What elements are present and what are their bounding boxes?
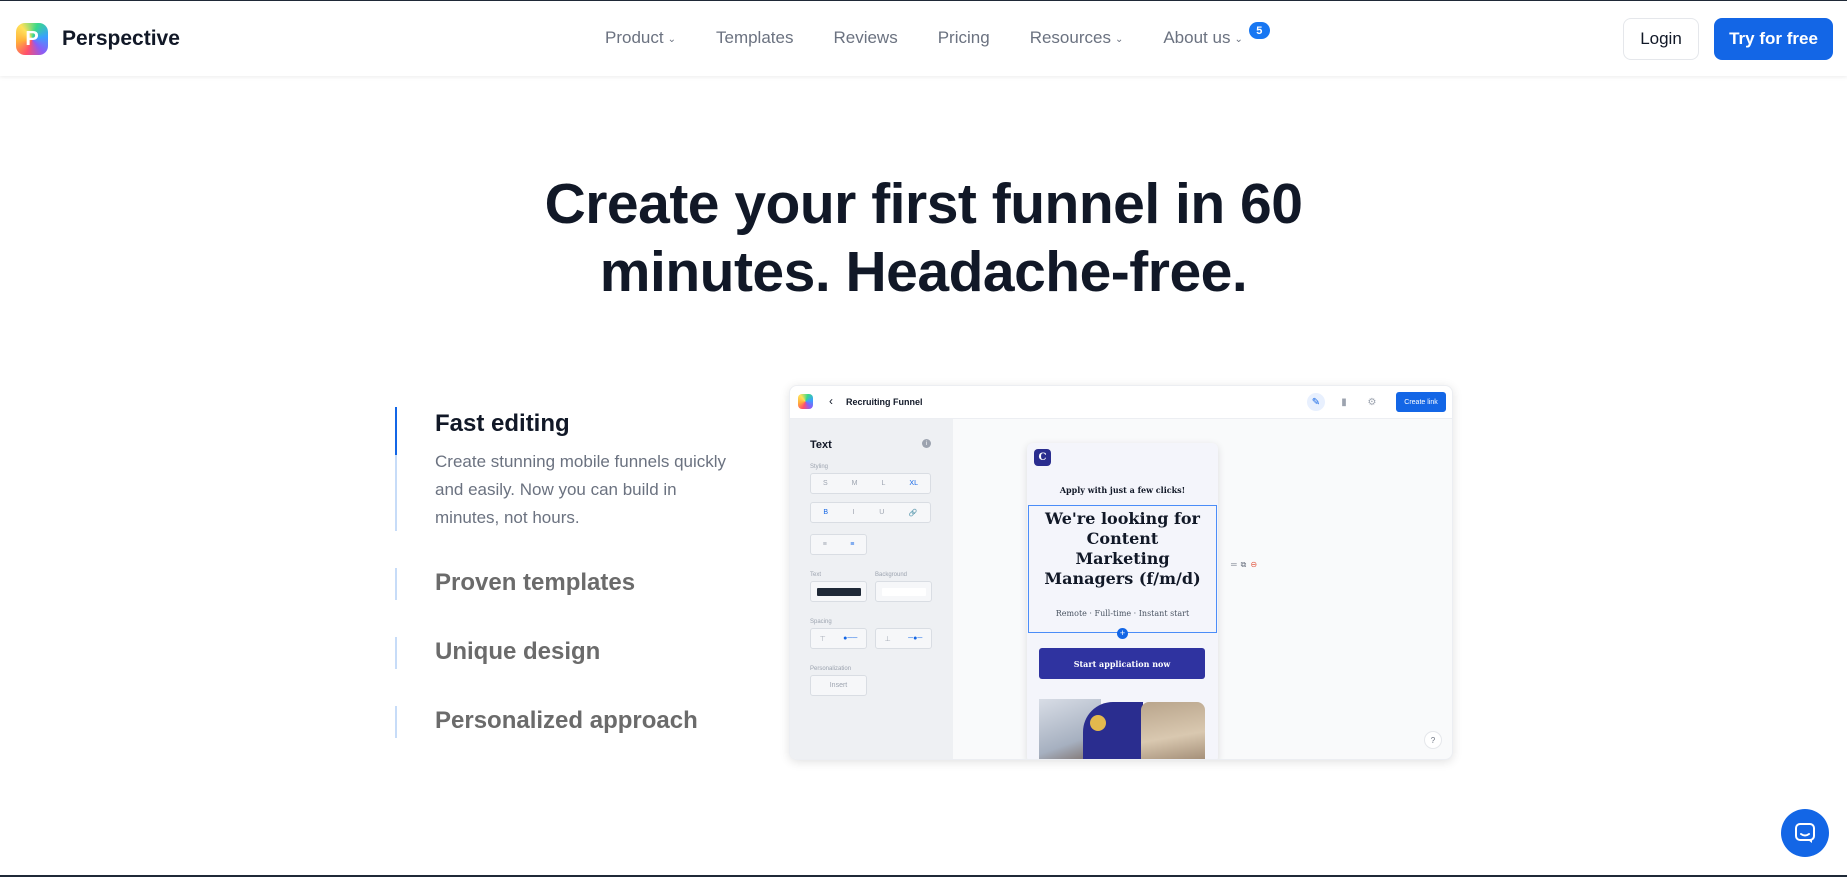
feature-progress-bar [395, 637, 397, 669]
decorative-shape [1083, 702, 1143, 759]
spacing-bottom-slider: ⊥ ─●─ [875, 628, 932, 649]
brand-name: Perspective [62, 27, 180, 50]
editor-toolbar: ‹ Recruiting Funnel ✎ ▮ ⚙ Create link [790, 386, 1452, 419]
perspective-logo-icon: P [16, 23, 48, 55]
personalization-label: Personalization [810, 666, 852, 672]
chevron-down-icon: ⌄ [1234, 33, 1243, 45]
spacing-top-icon: ⊤ [819, 635, 826, 643]
align-left-icon: ≡ [822, 541, 827, 548]
add-block-icon: + [1117, 628, 1128, 639]
funnel-title: Recruiting Funnel [846, 397, 923, 407]
delete-icon: ⊖ [1250, 560, 1258, 569]
company-logo: C [1034, 449, 1051, 466]
drag-handle-icon: ═ [1231, 560, 1237, 569]
login-button[interactable]: Login [1623, 18, 1699, 60]
copy-icon: ⧉ [1240, 560, 1247, 569]
nav-item-about-us[interactable]: About us ⌄ 5 [1163, 22, 1270, 48]
notification-badge: 5 [1248, 22, 1270, 39]
create-link-button: Create link [1396, 392, 1446, 412]
back-arrow-icon: ‹ [829, 394, 833, 408]
nav-item-resources[interactable]: Resources ⌄ [1030, 28, 1124, 48]
text-color-label: Text [810, 572, 822, 578]
main-nav: Product ⌄ Templates Reviews Pricing Resou… [605, 22, 1283, 48]
try-for-free-button[interactable]: Try for free [1714, 18, 1833, 60]
hero-title: Create your first funnel in 60 minutes. … [544, 172, 1303, 304]
nav-item-reviews[interactable]: Reviews [833, 28, 897, 48]
styling-label: Styling [810, 464, 829, 470]
site-header: P Perspective Product ⌄ Templates Reviews… [0, 0, 1847, 76]
nav-item-pricing[interactable]: Pricing [938, 28, 990, 48]
size-selector: S M L XL [810, 473, 931, 494]
chat-widget-button[interactable] [1781, 809, 1829, 857]
job-headline: We're looking for Content Marketing Mana… [1044, 509, 1201, 588]
chevron-down-icon: ⌄ [667, 33, 676, 45]
text-color-swatch [816, 587, 861, 596]
edit-icon: ✎ [1307, 393, 1325, 411]
spacing-label: Spacing [810, 619, 832, 625]
start-application-button: Start application now [1039, 648, 1205, 679]
feature-progress-bar [395, 706, 397, 738]
background-color-label: Background [875, 572, 908, 578]
feature-progress-bar [395, 568, 397, 600]
background-color-picker [875, 581, 932, 602]
align-buttons: ≡ ≡ [810, 534, 867, 555]
insert-button: Insert [810, 675, 867, 696]
feature-progress-bar [395, 407, 397, 531]
feature-title: Fast editing [435, 410, 570, 437]
feature-title: Personalized approach [435, 707, 698, 734]
chat-icon [1795, 823, 1815, 843]
feature-title: Proven templates [435, 569, 636, 596]
nav-item-product[interactable]: Product ⌄ [605, 28, 676, 48]
coffee-photo [1141, 702, 1205, 759]
job-subline: Remote · Full-time · Instant start [1055, 609, 1190, 618]
block-tools: ═ ⧉ ⊖ [1231, 560, 1257, 570]
background-color-swatch [881, 587, 926, 596]
feature-title: Unique design [435, 638, 601, 665]
text-color-picker [810, 581, 867, 602]
text-settings-panel: Text i Styling S M L XL B I U 🔗 ≡ ≡ Text… [790, 419, 953, 759]
phone-preview: C Apply with just a few clicks! We're lo… [1027, 443, 1218, 759]
spacing-top-slider: ⊤ ●── [810, 628, 867, 649]
spacing-bottom-icon: ⊥ [884, 635, 891, 643]
panel-title: Text [810, 439, 832, 451]
align-center-icon: ≡ [850, 541, 855, 548]
brand-logo[interactable]: P Perspective [16, 23, 180, 55]
gear-icon: ⚙ [1367, 396, 1377, 408]
stats-icon: ▮ [1341, 396, 1347, 408]
info-icon: i [922, 439, 931, 448]
perspective-logo-icon [798, 394, 813, 409]
chevron-down-icon: ⌄ [1114, 33, 1124, 45]
editor-mockup: ‹ Recruiting Funnel ✎ ▮ ⚙ Create link Te… [789, 385, 1453, 760]
nav-item-templates[interactable]: Templates [716, 28, 793, 48]
feature-description: Create stunning mobile funnels quickly a… [435, 452, 727, 527]
format-buttons: B I U 🔗 [810, 502, 931, 523]
apply-text: Apply with just a few clicks! [1059, 485, 1186, 495]
decorative-dot [1090, 715, 1106, 731]
help-icon: ? [1424, 731, 1442, 749]
